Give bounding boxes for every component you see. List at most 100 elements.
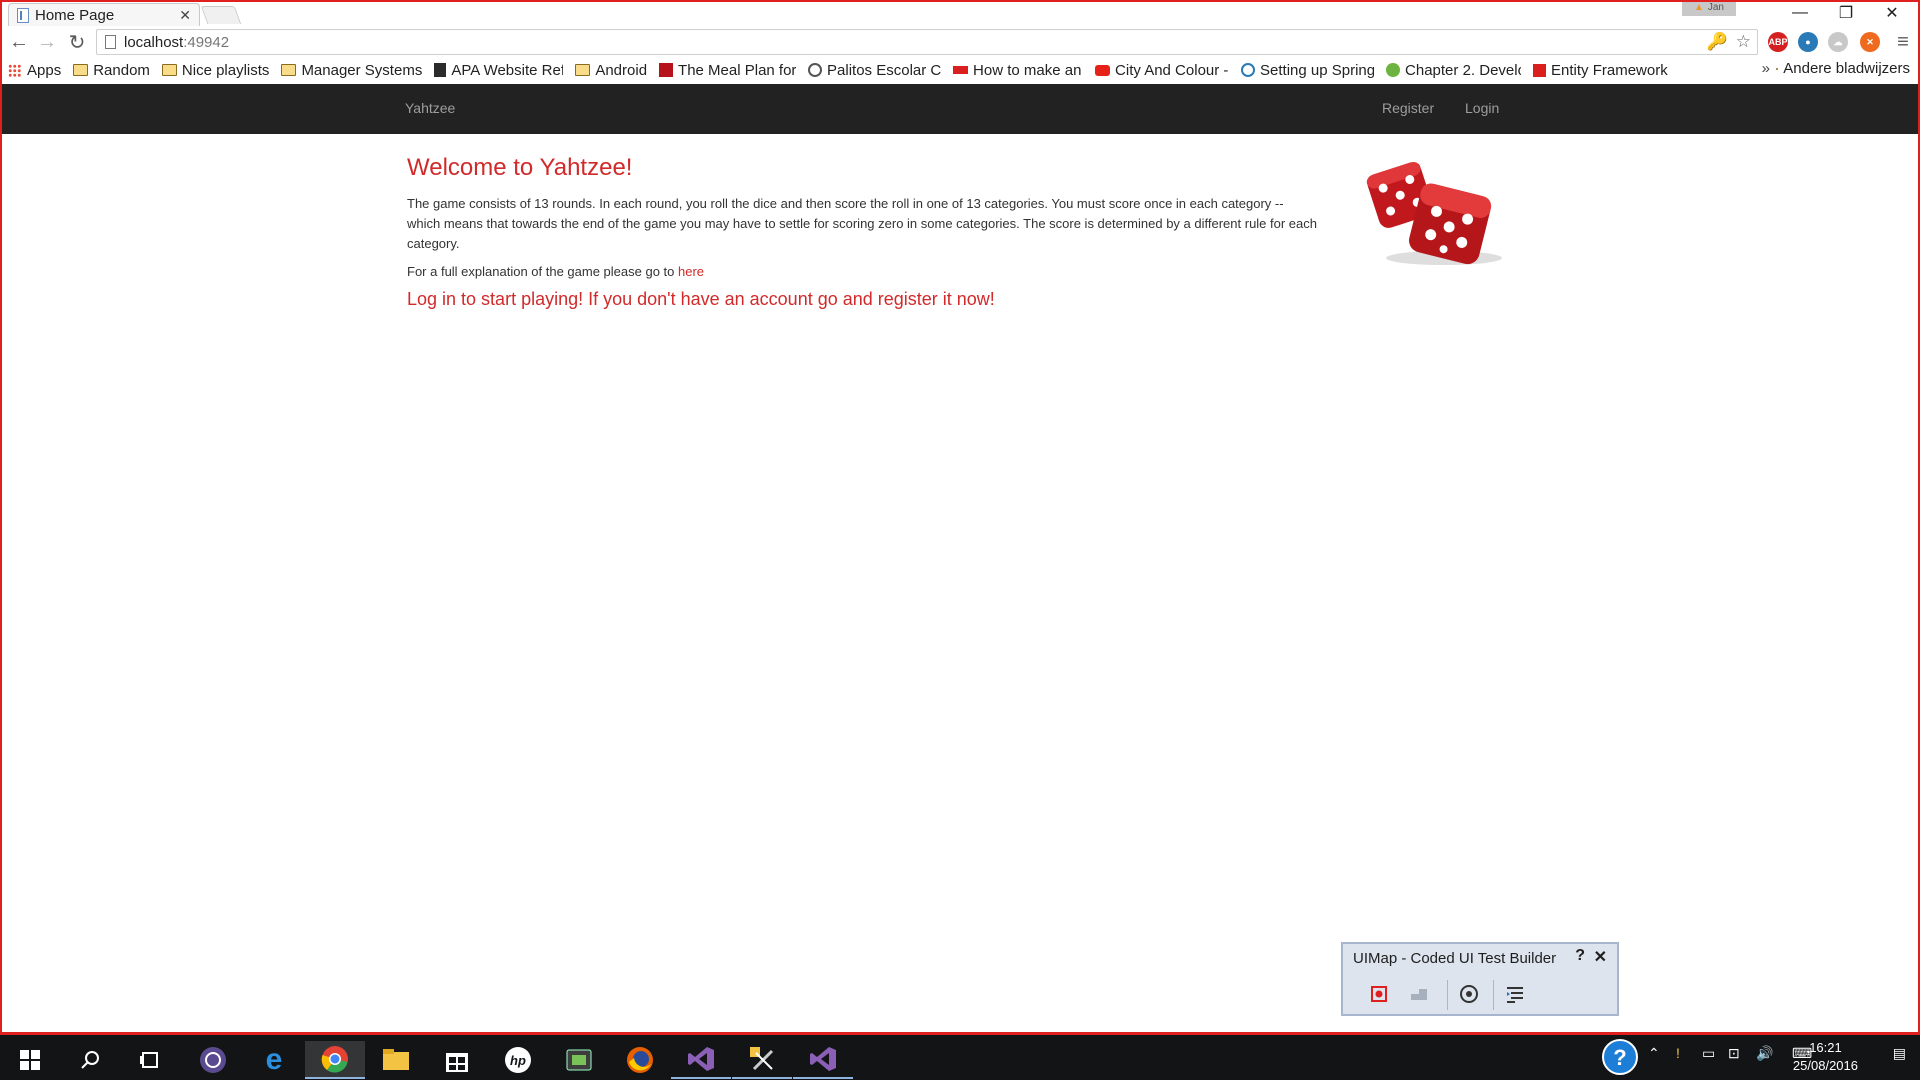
help-circle-icon: ? [1602,1039,1638,1075]
cloud-extension-icon[interactable]: ☁ [1828,32,1848,52]
bookmark-nice-playlists[interactable]: Nice playlists [161,62,269,79]
search-button[interactable] [60,1041,120,1079]
taskbar-firefox[interactable] [610,1041,670,1079]
bookmark-apa-website[interactable]: APA Website Refe [434,62,563,79]
folder-icon [575,64,591,76]
bookmark-android[interactable]: Android [575,62,647,79]
volume-icon[interactable]: 🔊 [1756,1045,1773,1062]
rules-here-link[interactable]: here [678,264,704,279]
show-hidden-icons-chevron-icon[interactable]: ⌃ [1648,1045,1660,1062]
minimize-button[interactable]: — [1776,2,1824,24]
back-button[interactable]: ← [6,30,32,54]
taskbar-android-studio[interactable] [549,1041,609,1079]
clock-time: 16:21 [1809,1040,1842,1055]
coded-ui-test-builder-panel: UIMap - Coded UI Test Builder ? ✕ [1341,942,1619,1016]
tab-strip: Home Page ✕ Jan — ❐ ✕ [2,2,1918,26]
browser-window: Home Page ✕ Jan — ❐ ✕ ← → ↻ localhost:49… [0,0,1920,1032]
windows-taskbar: e hp ? ⌃ ! ▭ ⊡ 🔊 ⌨ 16:21 25/08/2016 ▤ [0,1032,1920,1080]
tab-home-page[interactable]: Home Page ✕ [8,3,200,26]
bookmark-palitos[interactable]: Palitos Escolar Co [808,62,941,79]
register-link[interactable]: Register [1382,100,1434,116]
reload-icon: ↻ [68,31,86,54]
bookmark-how-to-make[interactable]: How to make an [953,62,1083,79]
reload-button[interactable]: ↻ [64,30,90,54]
bookmark-entity-framework[interactable]: Entity Framework [1533,62,1668,79]
forward-button[interactable]: → [34,30,60,54]
system-clock[interactable]: 16:21 25/08/2016 [1793,1039,1858,1075]
battery-icon[interactable]: ▭ [1702,1045,1715,1062]
extension-circle-icon[interactable]: ● [1798,32,1818,52]
start-button[interactable] [0,1041,60,1079]
add-assertions-button[interactable] [1457,982,1481,1006]
bookmark-manager-systems[interactable]: Manager Systems [281,62,422,79]
edge-icon: e [265,1043,283,1076]
taskbar-edge[interactable]: e [244,1041,304,1079]
call-to-action: Log in to start playing! If you don't ha… [407,289,995,309]
stn-icon [953,66,969,74]
test-builder-close-button[interactable]: ✕ [1594,947,1607,967]
help-button[interactable]: ? [1575,947,1585,965]
bookmark-random[interactable]: Random [73,62,150,79]
taskbar-chrome[interactable] [305,1041,365,1079]
bookmark-meal-plan[interactable]: The Meal Plan for [659,62,796,79]
browser-toolbar: ← → ↻ localhost:49942 🔑 ☆ ABP ● ☁ ✕ ≡ [2,26,1918,58]
taskbar-app-1[interactable] [183,1041,243,1079]
show-recorded-steps-button[interactable] [1407,982,1431,1006]
menu-button[interactable]: ≡ [1890,30,1916,54]
help-tray-button[interactable]: ? [1601,1038,1639,1079]
svg-text:hp: hp [510,1053,526,1068]
taskbar-store[interactable] [427,1041,487,1079]
action-center-icon[interactable]: ▤ [1893,1045,1906,1062]
taskbar-hp[interactable]: hp [488,1041,548,1079]
task-view-icon [140,1052,158,1068]
page-icon [105,35,116,49]
taskbar-visual-studio-2[interactable] [793,1041,853,1079]
tab-title: Home Page [35,6,115,24]
windows-logo-icon [20,1050,40,1070]
taskbar-visual-studio-1[interactable] [671,1041,731,1079]
wordpress-icon [1241,63,1256,77]
adblock-extension-icon[interactable]: ABP [1768,32,1788,52]
taskbar-tool[interactable] [732,1041,792,1079]
mealplan-icon [659,63,674,77]
visual-studio-icon [810,1047,836,1071]
profile-badge[interactable]: Jan [1682,2,1736,16]
store-icon [446,1053,468,1072]
restore-button[interactable]: ❐ [1822,2,1870,24]
test-builder-title: UIMap - Coded UI Test Builder [1353,950,1557,967]
bookmark-star-icon[interactable]: ☆ [1736,32,1751,52]
apa-icon [434,63,447,77]
youtube-icon [1095,64,1111,76]
bookmarks-overflow-button[interactable]: » [1762,60,1770,77]
site-navbar: Yahtzee Register Login [2,84,1918,134]
site-brand-link[interactable]: Yahtzee [405,100,455,116]
other-bookmarks-folder[interactable]: Andere bladwijzers [1776,60,1910,77]
network-icon[interactable]: ⊡ [1728,1045,1740,1062]
bookmarks-bar: Apps Random Nice playlists Manager Syste… [2,58,1918,82]
record-button[interactable] [1367,982,1391,1006]
chrome-icon [321,1046,348,1073]
login-link[interactable]: Login [1465,100,1499,116]
taskbar-file-explorer[interactable] [366,1041,426,1079]
main-content: Welcome to Yahtzee! The game consists of… [407,154,1317,310]
dice-image [1366,161,1502,265]
page-title: Welcome to Yahtzee! [407,154,633,181]
key-icon[interactable]: 🔑 [1707,32,1728,52]
generate-code-icon [1507,987,1523,1003]
record-icon [1371,986,1387,1002]
page-favicon-icon [17,7,29,23]
generate-code-button[interactable] [1503,982,1527,1006]
new-tab-button[interactable] [200,6,242,24]
warning-tray-icon[interactable]: ! [1676,1045,1680,1061]
bookmark-apps[interactable]: Apps [8,62,61,79]
bookmark-chapter-2[interactable]: Chapter 2. Develo [1386,62,1521,79]
tab-close-icon[interactable]: ✕ [179,7,191,24]
visual-studio-icon [688,1047,714,1071]
address-bar[interactable]: localhost:49942 🔑 ☆ [96,29,1758,55]
x-extension-icon[interactable]: ✕ [1860,32,1880,52]
url-host: localhost [124,33,184,51]
task-view-button[interactable] [120,1041,180,1079]
bookmark-city-and-colour[interactable]: City And Colour - [1095,62,1229,79]
bookmark-setting-up-spring[interactable]: Setting up Spring [1241,62,1374,79]
close-window-button[interactable]: ✕ [1868,2,1916,24]
